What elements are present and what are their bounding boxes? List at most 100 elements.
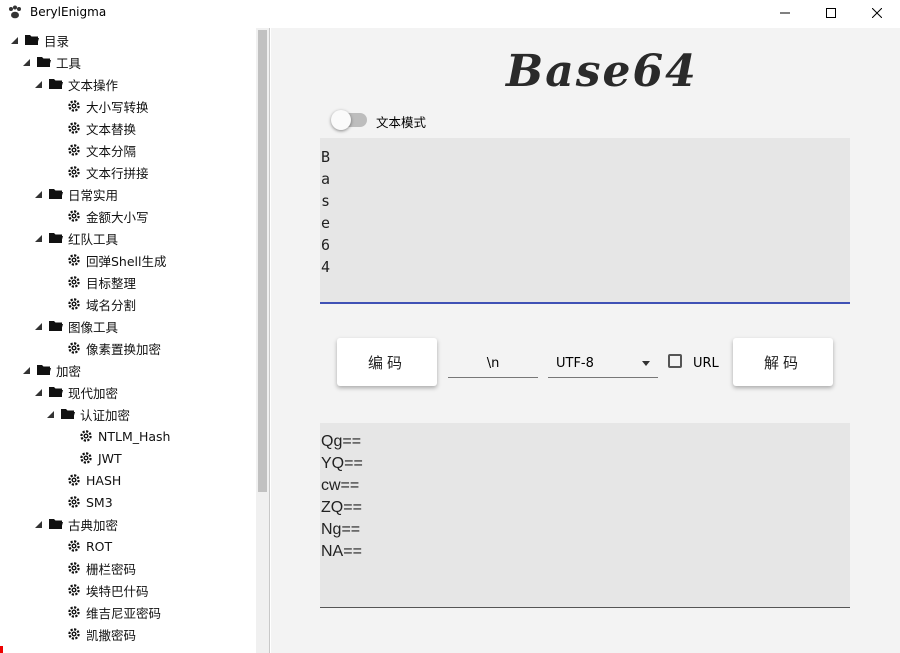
tree-item-label: ROT (86, 538, 113, 554)
tree-leaf-item[interactable]: JWT (0, 447, 122, 469)
tree-leaf-item[interactable]: 文本分隔 (0, 139, 136, 161)
tree-item-label: 大小写转换 (86, 99, 149, 115)
url-checkbox-label: URL (693, 356, 719, 371)
encode-button[interactable]: 编码 (337, 338, 437, 386)
close-button[interactable] (854, 0, 900, 26)
tree-leaf-item[interactable]: 目标整理 (0, 271, 136, 293)
tree-item-label: 现代加密 (68, 385, 119, 401)
tree-item-label: 文本操作 (68, 77, 119, 93)
input-textarea[interactable]: B a s e 6 4 (320, 138, 850, 304)
base64-panel: Base64 文本模式 B a s e 6 4 编码 \n UTF-8 URL … (271, 28, 900, 653)
maximize-button[interactable] (808, 0, 854, 26)
folder-open-icon (37, 363, 51, 377)
tree-leaf-item[interactable]: 维吉尼亚密码 (0, 601, 161, 623)
output-text: Qg== YQ== cw== ZQ== Ng== NA== (321, 433, 363, 560)
tree-leaf-item[interactable]: HASH (0, 469, 121, 491)
tree-item-label: 图像工具 (68, 319, 119, 335)
gear-icon (67, 539, 81, 553)
tree-leaf-item[interactable]: 金额大小写 (0, 205, 149, 227)
gear-icon (67, 561, 81, 575)
gear-icon (67, 583, 81, 597)
text-mode-label: 文本模式 (376, 115, 427, 130)
selection-marker (0, 646, 3, 653)
tree-leaf-item[interactable]: 域名分割 (0, 293, 136, 315)
minimize-button[interactable] (762, 0, 808, 26)
charset-value: UTF-8 (556, 356, 594, 371)
expand-arrow-icon[interactable] (22, 366, 31, 375)
title-bar: BerylEnigma (0, 0, 900, 26)
tree-item-label: HASH (86, 472, 122, 488)
expand-arrow-icon[interactable] (34, 234, 43, 243)
navigation-tree[interactable]: 目录工具文本操作大小写转换文本替换文本分隔 文本行拼接 日常实用 金额大小写红队工具回… (0, 28, 270, 653)
tree-leaf-item[interactable]: SM3 (0, 491, 113, 513)
folder-open-icon (49, 231, 63, 245)
tree-scroll-thumb[interactable] (258, 30, 267, 492)
folder-open-icon (37, 55, 51, 69)
tree-leaf-item[interactable]: 文本替换 (0, 117, 136, 139)
tree-item-label: 古典加密 (68, 517, 119, 533)
separator-field[interactable]: \n (448, 350, 538, 378)
tree-folder-item[interactable]: 日常实用 (0, 183, 118, 205)
gear-icon (67, 473, 81, 487)
output-textarea[interactable]: Qg== YQ== cw== ZQ== Ng== NA== (320, 423, 850, 608)
expand-arrow-icon[interactable] (34, 520, 43, 529)
gear-icon (79, 429, 93, 443)
expand-arrow-icon[interactable] (34, 190, 43, 199)
app-paw-icon (9, 5, 21, 19)
url-checkbox[interactable] (668, 354, 682, 368)
input-text: B a s e 6 4 (321, 148, 331, 276)
tree-leaf-item[interactable]: 回弹Shell生成 (0, 249, 167, 271)
tree-leaf-item[interactable]: 埃特巴什码 (0, 579, 149, 601)
tree-folder-item[interactable]: 加密 (0, 359, 81, 381)
minimize-icon (780, 12, 790, 14)
tree-folder-item[interactable]: 目录 (0, 29, 69, 51)
tree-item-label: 认证加密 (80, 407, 131, 423)
expand-arrow-icon[interactable] (34, 322, 43, 331)
tree-item-label: 凯撒密码 (86, 627, 137, 643)
decode-button[interactable]: 解码 (733, 338, 833, 386)
gear-icon (67, 209, 81, 223)
tree-leaf-item[interactable]: ROT (0, 535, 112, 557)
toggle-knob (331, 110, 351, 130)
expand-arrow-icon[interactable] (34, 80, 43, 89)
tree-item-label: 目标整理 (86, 275, 137, 291)
text-mode-toggle[interactable] (331, 110, 367, 130)
tree-folder-item[interactable]: 古典加密 (0, 513, 118, 535)
expand-arrow-icon[interactable] (10, 36, 19, 45)
tree-leaf-item[interactable]: 文本行拼接 (0, 161, 149, 183)
tree-leaf-item[interactable]: 凯撒密码 (0, 623, 136, 645)
tree-item-label: 目录 (44, 33, 70, 49)
close-icon (872, 8, 882, 18)
tree-item-label: 文本替换 (86, 121, 137, 137)
tree-item-label: 维吉尼亚密码 (86, 605, 162, 621)
gear-icon (67, 165, 81, 179)
tree-item-label: 工具 (56, 55, 82, 71)
expand-arrow-icon[interactable] (46, 410, 55, 419)
folder-open-icon (25, 33, 39, 47)
tree-folder-item[interactable]: 文本操作 (0, 73, 118, 95)
tree-folder-item[interactable]: 图像工具 (0, 315, 118, 337)
tree-folder-item[interactable]: 工具 (0, 51, 81, 73)
window-title: BerylEnigma (30, 5, 107, 19)
folder-open-icon (49, 517, 63, 531)
gear-icon (67, 605, 81, 619)
tree-folder-item[interactable]: 认证加密 (0, 403, 130, 425)
tree-leaf-item[interactable]: 栅栏密码 (0, 557, 136, 579)
gear-icon (79, 451, 93, 465)
tree-leaf-item[interactable]: 像素置换加密 (0, 337, 161, 359)
tree-folder-item[interactable]: 现代加密 (0, 381, 118, 403)
tree-item-label: JWT (98, 450, 122, 466)
folder-open-icon (49, 385, 63, 399)
expand-arrow-icon[interactable] (22, 58, 31, 67)
tree-item-label: SM3 (86, 494, 113, 510)
expand-arrow-icon[interactable] (34, 388, 43, 397)
tree-item-label: 红队工具 (68, 231, 119, 247)
tree-item-label: 埃特巴什码 (86, 583, 149, 599)
tree-leaf-item[interactable]: NTLM_Hash (0, 425, 170, 447)
gear-icon (67, 143, 81, 157)
tree-item-label: NTLM_Hash (98, 428, 171, 444)
tree-folder-item[interactable]: 红队工具 (0, 227, 118, 249)
charset-select[interactable]: UTF-8 (548, 350, 658, 378)
tree-leaf-item[interactable]: 大小写转换 (0, 95, 149, 117)
folder-open-icon (49, 319, 63, 333)
